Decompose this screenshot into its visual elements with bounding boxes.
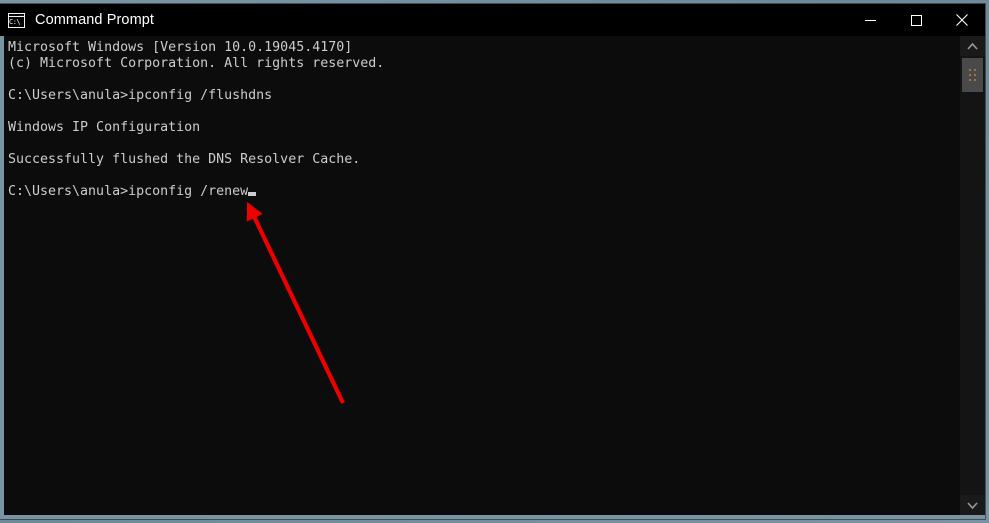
block-cursor [248,192,257,196]
scrollbar-track[interactable] [960,56,985,495]
minimize-button[interactable] [847,4,893,36]
window-controls [847,4,985,36]
close-icon [956,14,968,26]
console-line: (c) Microsoft Corporation. All rights re… [8,56,385,71]
cmd-icon-label: C:\ [9,17,21,26]
scrollbar-grip [969,69,976,81]
cmd-console-icon: ··· C:\ [8,12,25,28]
console-area: Microsoft Windows [Version 10.0.19045.41… [0,36,985,519]
console-line: C:\Users\anula>ipconfig /flushdns [8,88,273,103]
window-titlebar[interactable]: ··· C:\ Command Prompt [0,4,985,36]
scrollbar-thumb[interactable] [962,58,983,92]
scroll-up-button[interactable] [960,36,985,56]
scroll-down-button[interactable] [960,495,985,515]
minimize-icon [864,19,876,21]
close-button[interactable] [939,4,985,36]
console-line: Successfully flushed the DNS Resolver Ca… [8,152,361,167]
maximize-icon [910,14,922,26]
console-prompt-line: C:\Users\anula>ipconfig /renew [4,184,959,200]
scroll-up-arrow-icon [967,42,978,50]
maximize-button[interactable] [893,4,939,36]
window-title: Command Prompt [35,12,155,28]
console-scrollbar[interactable] [959,36,985,515]
console-output[interactable]: Microsoft Windows [Version 10.0.19045.41… [4,36,959,515]
console-prompt-text: C:\Users\anula>ipconfig /renew [8,184,249,199]
scroll-down-arrow-icon [967,501,978,509]
console-line: Windows IP Configuration [8,120,201,135]
desktop-background: ··· C:\ Command Prompt Microsoft Windows… [0,0,989,523]
command-prompt-window: ··· C:\ Command Prompt Microsoft Windows… [0,4,985,519]
console-line: Microsoft Windows [Version 10.0.19045.41… [8,40,353,55]
